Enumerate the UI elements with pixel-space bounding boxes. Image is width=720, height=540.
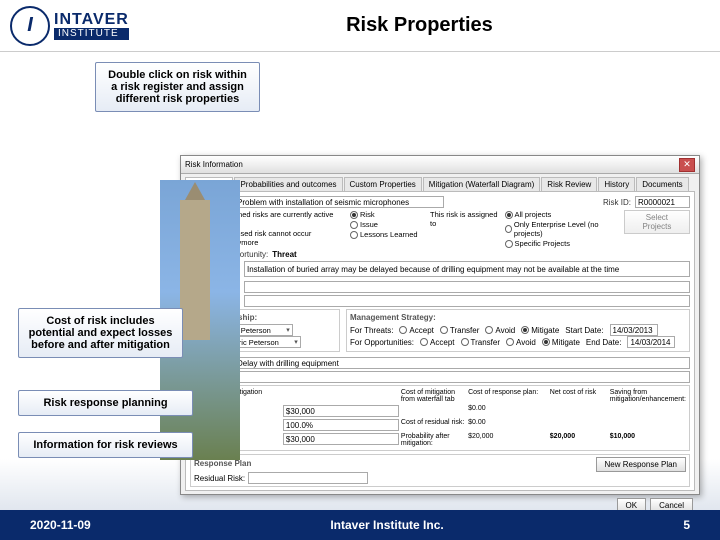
- tab-probabilities[interactable]: Probabilities and outcomes: [234, 177, 342, 191]
- expected-loss-input[interactable]: [283, 433, 399, 445]
- tab-strip: Properties Probabilities and outcomes Cu…: [181, 174, 699, 191]
- residual-risk-input[interactable]: [248, 472, 368, 484]
- strategy-title: Management Strategy:: [350, 313, 686, 322]
- tab-mitigation[interactable]: Mitigation (Waterfall Diagram): [423, 177, 541, 191]
- slide-header: I INTAVER INSTITUTE Risk Properties: [0, 0, 720, 52]
- start-date-input[interactable]: [610, 324, 658, 336]
- page-title: Risk Properties: [129, 14, 710, 37]
- radio-lesson[interactable]: [350, 231, 358, 239]
- tab-custom[interactable]: Custom Properties: [344, 177, 422, 191]
- risk-info-dialog: Risk Information ✕ Properties Probabilit…: [180, 155, 700, 495]
- radio-issue[interactable]: [350, 221, 358, 229]
- manager-select[interactable]: Eric Peterson: [231, 336, 301, 348]
- risk-id-label: Risk ID:: [603, 198, 631, 207]
- slide-footer: 2020-11-09 Intaver Institute Inc. 5: [0, 510, 720, 540]
- callout-cost: Cost of risk includes potential and expe…: [18, 308, 183, 358]
- potential-loss-input[interactable]: [283, 405, 399, 417]
- radio-specific[interactable]: [505, 240, 513, 248]
- brand-bottom: INSTITUTE: [54, 28, 129, 40]
- close-icon[interactable]: ✕: [679, 158, 695, 172]
- trigger-input[interactable]: [234, 371, 690, 383]
- brand-logo: I INTAVER INSTITUTE: [10, 6, 129, 46]
- threat-value: Threat: [272, 250, 296, 259]
- tab-history[interactable]: History: [598, 177, 635, 191]
- radio-mitigate[interactable]: [521, 326, 529, 334]
- callout-doubleclick: Double click on risk within a risk regis…: [95, 62, 260, 112]
- assign-label: This risk is assigned to: [430, 210, 498, 228]
- radio-accept[interactable]: [399, 326, 407, 334]
- risk-id-input[interactable]: [635, 196, 690, 208]
- logo-icon: I: [10, 6, 50, 46]
- footer-org: Intaver Institute Inc.: [330, 518, 443, 532]
- tab-documents[interactable]: Documents: [636, 177, 688, 191]
- radio-all-projects[interactable]: [505, 211, 513, 219]
- callout-reviews: Information for risk reviews: [18, 432, 193, 458]
- dialog-title: Risk Information: [185, 160, 243, 169]
- footer-page: 5: [683, 518, 690, 532]
- cause-input[interactable]: [234, 357, 690, 369]
- radio-risk[interactable]: [350, 211, 358, 219]
- radio-avoid[interactable]: [485, 326, 493, 334]
- radio-enterprise[interactable]: [505, 225, 512, 233]
- select-projects-button[interactable]: Select Projects: [624, 210, 690, 234]
- brand-top: INTAVER: [54, 12, 129, 28]
- assumptions-input[interactable]: [244, 295, 690, 307]
- tab-review[interactable]: Risk Review: [541, 177, 597, 191]
- new-response-plan-button[interactable]: New Response Plan: [596, 457, 686, 472]
- objectives-input[interactable]: [244, 281, 690, 293]
- description-input[interactable]: [244, 261, 690, 277]
- radio-transfer[interactable]: [440, 326, 448, 334]
- risk-name-input[interactable]: [234, 196, 444, 208]
- probability-input[interactable]: [283, 419, 399, 431]
- dialog-titlebar[interactable]: Risk Information ✕: [181, 156, 699, 174]
- footer-date: 2020-11-09: [30, 518, 91, 532]
- end-date-input[interactable]: [627, 336, 675, 348]
- callout-response: Risk response planning: [18, 390, 193, 416]
- tab-content: Risk name: Risk ID: OpenOpened risks are…: [185, 191, 695, 491]
